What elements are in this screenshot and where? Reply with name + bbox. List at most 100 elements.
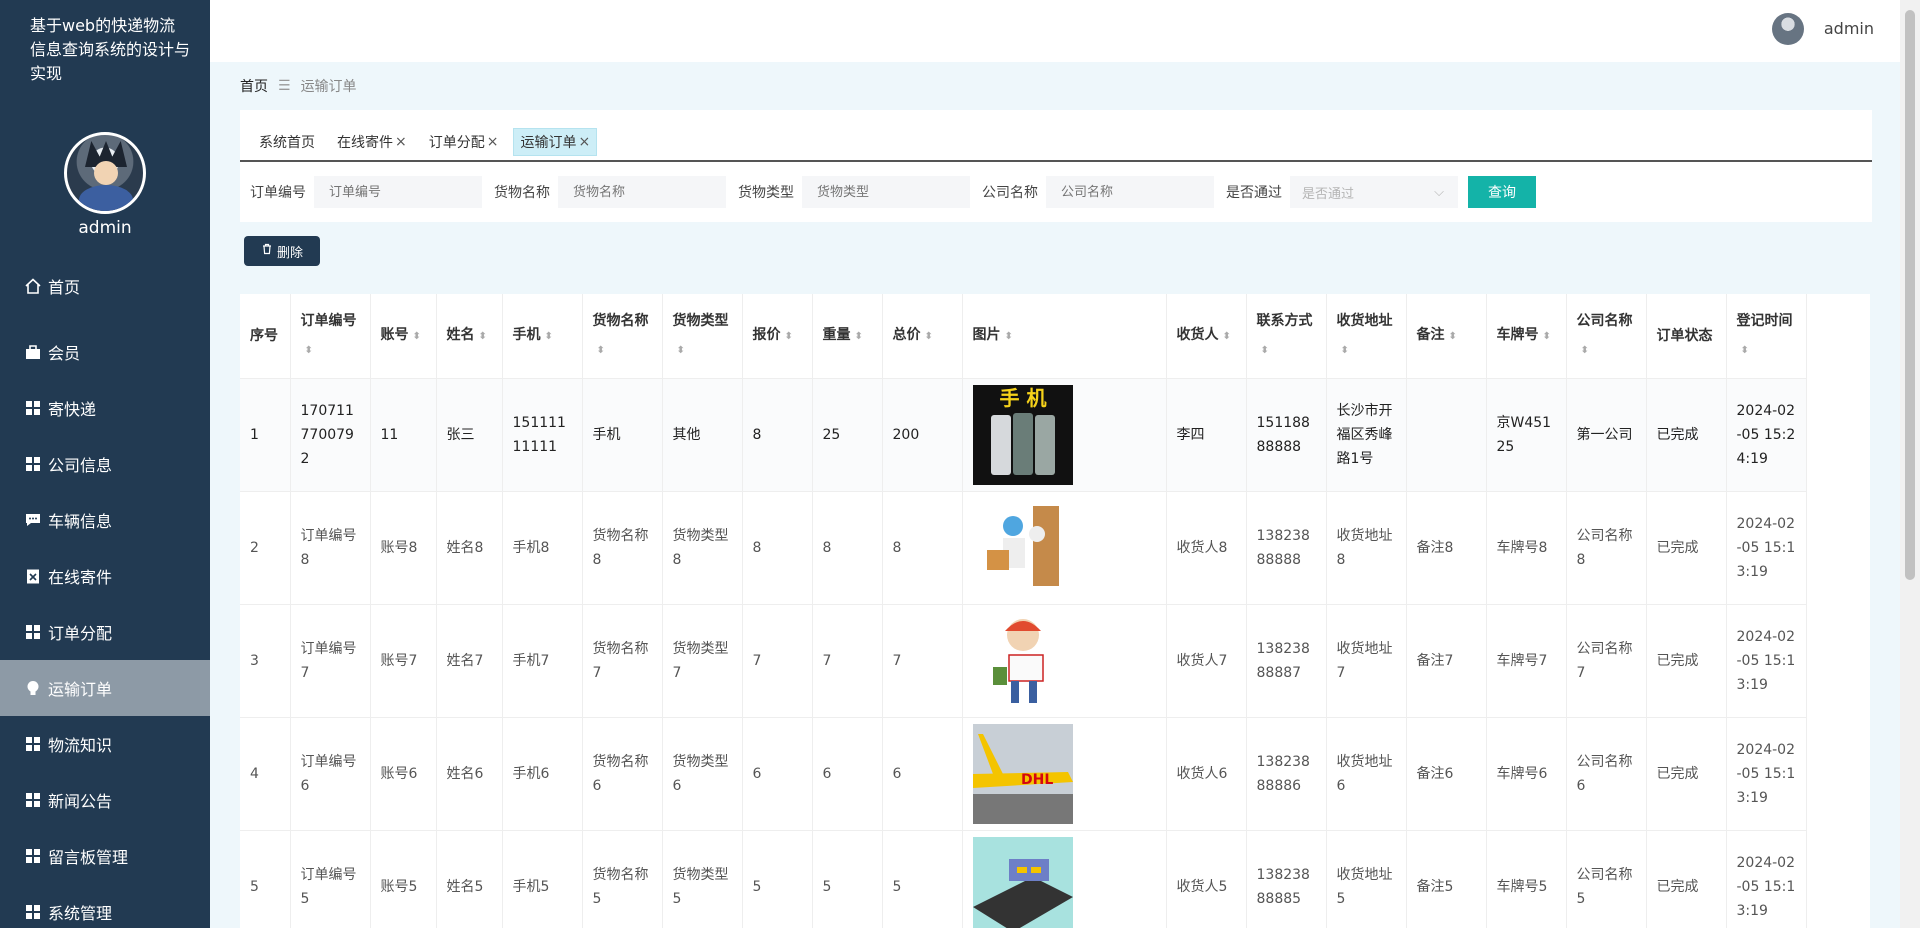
grid-icon — [24, 735, 42, 753]
grid-icon — [24, 399, 42, 417]
search-input-2[interactable] — [802, 176, 970, 208]
table-row[interactable]: 1 1707117700792 11 张三 15111111111 手机 其他 8 25 200 手… — [240, 378, 1807, 492]
sort-icon[interactable]: ⬍ — [925, 331, 933, 342]
sort-icon[interactable]: ⬍ — [1741, 345, 1749, 356]
sort-icon[interactable]: ⬍ — [1449, 331, 1457, 342]
sort-icon[interactable]: ⬍ — [785, 331, 793, 342]
breadcrumb-home[interactable]: 首页 — [240, 76, 268, 96]
sidebar-item-7[interactable]: 运输订单 — [0, 660, 210, 716]
column-header[interactable]: 总价 ⬍ — [882, 294, 963, 379]
table-cell: 备注5 — [1406, 830, 1487, 928]
column-header-label: 姓名 — [446, 326, 475, 343]
table-row[interactable]: 5 订单编号5 账号5 姓名5 手机5 货物名称5 货物类型5 5 5 5 收货人5 13823888… — [240, 830, 1807, 928]
column-header[interactable]: 订单编号 ⬍ — [290, 294, 371, 379]
sidebar-item-1[interactable]: 会员 — [0, 324, 210, 380]
close-icon[interactable]: × — [487, 134, 499, 150]
cargo-image[interactable]: DHL — [962, 717, 1167, 831]
column-header[interactable]: 报价 ⬍ — [742, 294, 813, 379]
cargo-image[interactable] — [962, 830, 1167, 928]
column-header[interactable]: 收货人 ⬍ — [1166, 294, 1247, 379]
orders-table: 序号 订单编号⬍ 账号 ⬍ 姓名 ⬍ 手机 ⬍ 货物名称⬍ 货物类型⬍ 报价 ⬍ 重量 ⬍ 总价 ⬍ 图片 ⬍ 收货… — [240, 294, 1870, 928]
search-input-3[interactable] — [1046, 176, 1214, 208]
column-header[interactable]: 姓名 ⬍ — [436, 294, 503, 379]
delete-button[interactable]: 删除 — [244, 236, 320, 266]
table-cell: 6 — [742, 717, 813, 831]
column-header[interactable]: 联系方式 ⬍ — [1246, 294, 1327, 379]
trash-icon — [261, 243, 273, 259]
page-scrollbar[interactable] — [1900, 0, 1920, 928]
sort-icon[interactable]: ⬍ — [1261, 345, 1269, 356]
sidebar-item-4[interactable]: 车辆信息 — [0, 492, 210, 548]
table-cell: 收货人5 — [1166, 830, 1247, 928]
column-header[interactable]: 备注 ⬍ — [1406, 294, 1487, 379]
sort-icon[interactable]: ⬍ — [1581, 345, 1589, 356]
approval-select[interactable]: 是否通过 ⌵ — [1290, 176, 1458, 208]
search-input-1[interactable] — [558, 176, 726, 208]
tab-1[interactable]: 在线寄件 × — [330, 128, 414, 156]
sidebar-item-0[interactable]: 首页 — [0, 266, 210, 306]
table-cell: 收货地址7 — [1326, 604, 1407, 718]
sort-icon[interactable]: ⬍ — [1223, 331, 1231, 342]
sort-icon[interactable]: ⬍ — [545, 331, 553, 342]
sidebar-item-9[interactable]: 新闻公告 — [0, 772, 210, 828]
column-header[interactable]: 公司名称 ⬍ — [1566, 294, 1647, 379]
sort-icon[interactable]: ⬍ — [677, 345, 685, 356]
tab-2[interactable]: 订单分配 × — [421, 128, 506, 156]
sort-icon[interactable]: ⬍ — [1543, 331, 1551, 342]
column-header[interactable]: 货物名称 ⬍ — [582, 294, 663, 379]
column-header[interactable]: 重量 ⬍ — [812, 294, 883, 379]
scrollbar-thumb[interactable] — [1905, 10, 1915, 580]
column-header[interactable]: 订单状态 — [1646, 294, 1727, 379]
table-cell: 货物类型6 — [662, 717, 743, 831]
table-cell: 手机7 — [502, 604, 583, 718]
column-header[interactable]: 序号 — [240, 294, 291, 379]
table-cell: 2024-02-05 15:13:19 — [1726, 830, 1807, 928]
sort-icon[interactable]: ⬍ — [855, 331, 863, 342]
sidebar-item-6[interactable]: 订单分配 — [0, 604, 210, 660]
table-cell: 长沙市开福区秀峰路1号 — [1326, 378, 1407, 492]
cargo-image[interactable] — [962, 604, 1167, 718]
table-cell: 已完成 — [1646, 378, 1727, 492]
user-name[interactable]: admin — [1824, 19, 1874, 38]
user-avatar[interactable] — [1772, 13, 1804, 45]
search-form: 是否通过 订单编号 货物名称 货物类型 公司名称 是否通过是否通过 ⌵ 查询 — [250, 176, 1536, 208]
table-cell: 5 — [882, 830, 963, 928]
sort-icon[interactable]: ⬍ — [1341, 345, 1349, 356]
column-header[interactable]: 图片 ⬍ — [962, 294, 1167, 379]
tab-0[interactable]: 系统首页 — [252, 128, 322, 156]
sort-icon[interactable]: ⬍ — [1005, 331, 1013, 342]
table-cell: 13823888887 — [1246, 604, 1327, 718]
sidebar-item-8[interactable]: 物流知识 — [0, 716, 210, 772]
column-header-label: 公司名称 — [1576, 312, 1633, 329]
column-header-label: 货物类型 — [672, 312, 729, 329]
tab-3[interactable]: 运输订单 × — [513, 128, 598, 156]
table-row[interactable]: 4 订单编号6 账号6 姓名6 手机6 货物名称6 货物类型6 6 6 6 DHL 收货人6 13823… — [240, 717, 1807, 831]
column-header[interactable]: 登记时间 ⬍ — [1726, 294, 1807, 379]
sort-icon[interactable]: ⬍ — [413, 331, 421, 342]
column-header[interactable]: 货物类型 ⬍ — [662, 294, 743, 379]
sidebar-item-3[interactable]: 公司信息 — [0, 436, 210, 492]
column-header-label: 货物名称 — [592, 312, 649, 329]
query-button[interactable]: 查询 — [1468, 176, 1536, 208]
table-row[interactable]: 3 订单编号7 账号7 姓名7 手机7 货物名称7 货物类型7 7 7 7 收货人7 13823888… — [240, 604, 1807, 718]
tab-label: 订单分配 — [428, 135, 485, 151]
sidebar-item-5[interactable]: 在线寄件 — [0, 548, 210, 604]
sidebar-item-10[interactable]: 留言板管理 — [0, 828, 210, 884]
column-header[interactable]: 车牌号 ⬍ — [1486, 294, 1567, 379]
sidebar-item-2[interactable]: 寄快递 — [0, 380, 210, 436]
sidebar-item-11[interactable]: 系统管理 — [0, 884, 210, 928]
column-header[interactable]: 账号 ⬍ — [370, 294, 437, 379]
table-row[interactable]: 2 订单编号8 账号8 姓名8 手机8 货物名称8 货物类型8 8 8 8 收货人8 13823888… — [240, 491, 1807, 605]
sort-icon[interactable]: ⬍ — [479, 331, 487, 342]
close-icon[interactable]: × — [578, 134, 590, 150]
cargo-image[interactable] — [962, 491, 1167, 605]
tab-label: 系统首页 — [259, 135, 315, 151]
close-icon[interactable]: × — [395, 134, 407, 150]
search-input-0[interactable] — [314, 176, 482, 208]
sort-icon[interactable]: ⬍ — [597, 345, 605, 356]
sort-icon[interactable]: ⬍ — [305, 345, 313, 356]
column-header[interactable]: 收货地址 ⬍ — [1326, 294, 1407, 379]
column-header-label: 账号 — [380, 326, 409, 343]
cargo-image[interactable]: 手 机 — [962, 378, 1167, 492]
column-header[interactable]: 手机 ⬍ — [502, 294, 583, 379]
